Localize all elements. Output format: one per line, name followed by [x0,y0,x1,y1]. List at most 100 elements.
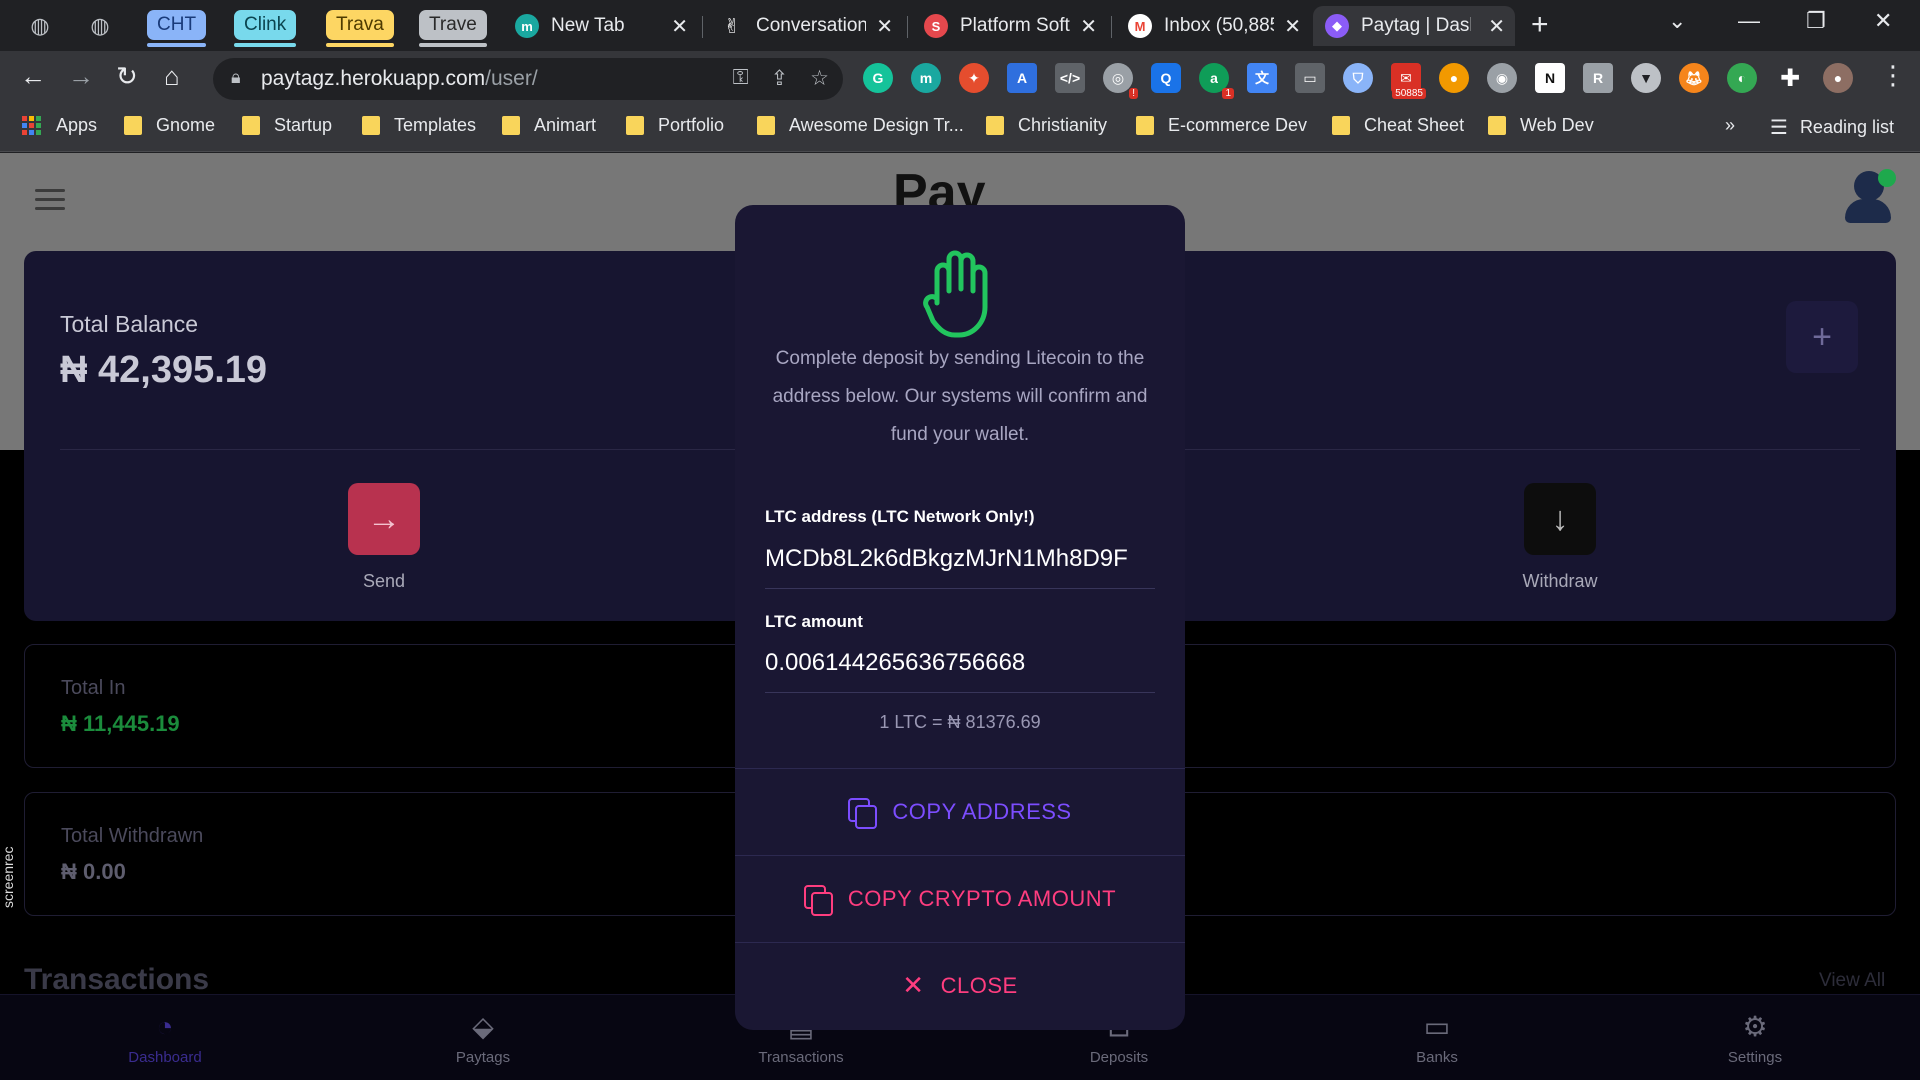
user-avatar-icon[interactable] [1842,169,1896,223]
bookmark-christianity[interactable]: Christianity [986,115,1107,136]
gift-extension-icon[interactable]: ✦ [959,63,989,93]
lock-icon[interactable]: 🔒︎ [231,67,241,88]
close-icon[interactable]: ✕ [876,14,893,39]
extensions-row: G m ✦ A </> ◎! Q a1 文 ▭ ⛉ ✉ 50885 ● ◉ N R… [863,63,1853,99]
url-host: paytagz.herokuapp.com [261,67,486,90]
reading-list[interactable]: ☰ Reading list [1770,115,1894,140]
profile-avatar[interactable]: ● [1823,63,1853,93]
translate-extension-icon[interactable]: 文 [1247,63,1277,93]
copy-icon [848,797,878,829]
tab-group-cht[interactable]: CHT [147,10,207,47]
close-icon[interactable]: ✕ [1284,14,1301,39]
nav-paytags[interactable]: ⬙ Paytags [403,1009,563,1066]
nav-settings[interactable]: ⚙ Settings [1675,1009,1835,1066]
close-button[interactable]: ✕ CLOSE [735,942,1185,1028]
new-tab-plus-icon[interactable]: + [1531,8,1549,42]
bookmark-apps[interactable]: Apps [22,115,97,136]
extension-badge: ! [1129,88,1138,99]
tab-platform-software[interactable]: S Platform Softw ✕ [912,6,1107,46]
bookmark-startup[interactable]: Startup [242,115,332,136]
close-icon[interactable]: ✕ [1488,14,1505,39]
bookmark-animart[interactable]: Animart [502,115,596,136]
puzzle-extensions-icon[interactable]: ✚ [1775,63,1805,93]
bookmarks-bar: Apps Gnome Startup Templates Animart Por… [0,107,1920,152]
tab-paytag-dashboard[interactable]: ◆ Paytag | Dash ✕ [1313,6,1515,46]
browser-tab-strip: ◍ ◍ CHT Clink Trava Trave m New Tab ✕ ✌ … [0,0,1920,51]
bookmark-web-dev[interactable]: Web Dev [1488,115,1594,136]
vpn-shield-extension-icon[interactable]: ▼ [1631,63,1661,93]
metamask-fox-icon[interactable]: 🦊︎ [1679,63,1709,93]
close-icon[interactable]: ✕ [1080,14,1097,39]
key-icon[interactable]: ⚿ [733,66,749,91]
m-extension-icon[interactable]: m [911,63,941,93]
nav-banks[interactable]: ▭ Banks [1357,1009,1517,1066]
window-extension-icon[interactable]: ▭ [1295,63,1325,93]
tab-group-trave[interactable]: Trave [419,10,487,47]
add-funds-plus-icon[interactable]: + [1786,301,1858,373]
total-balance-label: Total Balance [60,311,199,337]
minimize-icon[interactable]: — [1738,8,1760,34]
address-bar[interactable]: 🔒︎ paytagz.herokuapp.com/user/ ⚿ ⇪ ☆ [213,58,843,100]
copy-address-button[interactable]: COPY ADDRESS [735,768,1185,854]
tab-new-tab[interactable]: m New Tab ✕ [503,6,698,46]
planet-extension-icon[interactable]: ◐ [1727,63,1757,93]
bookmark-cheat-sheet[interactable]: Cheat Sheet [1332,115,1464,136]
tab-group-trava[interactable]: Trava [326,10,394,47]
url-path: /user/ [485,67,538,90]
ltc-address-field[interactable]: MCDb8L2k6dBkgzMJrN1Mh8D9F [765,545,1155,573]
withdraw-action[interactable]: ↓ Withdraw [1490,483,1630,592]
view-all-link[interactable]: View All [1819,970,1885,992]
pinned-tab-globe-icon[interactable]: ◍ [22,8,58,44]
a-circle-extension-icon[interactable]: a1 [1199,63,1234,99]
ltc-amount-field[interactable]: 0.006144265636756668 [765,649,1155,677]
bookmark-templates[interactable]: Templates [362,115,476,136]
q-extension-icon[interactable]: Q [1151,63,1181,93]
camera-extension-icon[interactable]: ◉ [1487,63,1517,93]
screenrec-watermark: screenrec [0,846,16,908]
reload-icon[interactable]: ↻ [116,61,138,92]
code-extension-icon[interactable]: </> [1055,63,1085,93]
tab-conversation[interactable]: ✌ Conversation ✕ [708,6,903,46]
tab-search-chevron-icon[interactable]: ⌄ [1668,8,1686,34]
bookmark-gnome[interactable]: Gnome [124,115,215,136]
close-icon[interactable]: ✕ [671,14,688,39]
copy-crypto-amount-button[interactable]: COPY CRYPTO AMOUNT [735,855,1185,941]
bookmark-ecommerce-dev[interactable]: E-commerce Dev [1136,115,1307,136]
drop-extension-icon[interactable]: ● [1439,63,1469,93]
share-icon[interactable]: ⇪ [771,66,789,91]
hamburger-menu-icon[interactable] [35,189,65,216]
restore-icon[interactable]: ❐ [1806,8,1826,34]
star-bookmark-icon[interactable]: ☆ [810,66,829,91]
paytag-tag-icon: ◆ [1325,14,1349,38]
tab-inbox[interactable]: M Inbox (50,885) ✕ [1116,6,1311,46]
total-balance-value: ₦ 42,395.19 [60,349,268,391]
bookmark-portfolio[interactable]: Portfolio [626,115,724,136]
copy-icon [803,884,833,916]
bookmarks-overflow-chevron[interactable]: » [1725,115,1735,136]
grammarly-extension-icon[interactable]: G [863,63,893,93]
send-action[interactable]: → Send [314,483,454,592]
withdraw-arrow-down-icon[interactable]: ↓ [1524,483,1596,555]
a-extension-icon[interactable]: A [1007,63,1037,93]
bookmark-awesome-design[interactable]: Awesome Design Tr... [757,115,964,136]
forward-arrow-icon[interactable]: → [68,61,94,92]
folder-icon [1332,116,1350,135]
send-arrow-icon[interactable]: → [348,483,420,555]
tab-group-clink[interactable]: Clink [234,10,297,47]
browser-menu-icon[interactable]: ⋮ [1880,60,1906,91]
mail-extension-icon[interactable]: ✉ 50885 [1391,63,1426,99]
search-extension-icon[interactable]: ◎! [1103,63,1138,99]
pinned-tab-globe-icon-2[interactable]: ◍ [82,8,118,44]
nav-dashboard[interactable]: ◔ Dashboard [85,1009,245,1066]
notion-extension-icon[interactable]: N [1535,63,1565,93]
folder-icon [757,116,775,135]
shield-extension-icon[interactable]: ⛉ [1343,63,1373,93]
window-close-icon[interactable]: ✕ [1874,8,1892,34]
r-extension-icon[interactable]: R [1583,63,1613,93]
folder-icon [1488,116,1506,135]
back-arrow-icon[interactable]: ← [20,61,46,92]
home-icon[interactable]: ⌂ [164,61,180,92]
folder-icon [362,116,380,135]
gmail-icon: M [1128,14,1152,38]
folder-icon [502,116,520,135]
